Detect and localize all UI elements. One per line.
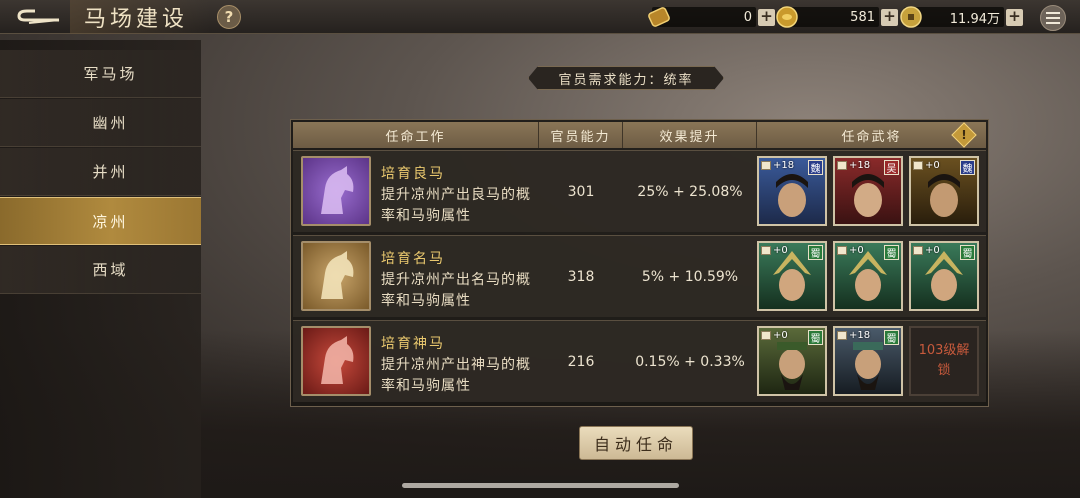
back-arrow-icon <box>17 9 60 24</box>
task-title: 培育神马 <box>381 336 445 352</box>
copper-coin-icon <box>900 6 922 28</box>
task-title: 培育良马 <box>381 166 445 182</box>
general-portrait[interactable]: +0 魏 <box>909 156 979 226</box>
home-indicator <box>402 483 679 488</box>
general-bonus: +0 <box>773 245 788 256</box>
general-bonus: +18 <box>773 160 795 171</box>
region-sidebar: 军马场 幽州 并州 凉州 西域 <box>0 40 201 498</box>
table-header: 任命工作 官员能力 效果提升 任命武将 ! <box>293 122 986 148</box>
task-description: 提升凉州产出名马的概率和马驹属性 <box>381 272 531 309</box>
horse-head-icon <box>321 251 354 299</box>
effect-value: 5% + 10.59% <box>641 269 739 285</box>
general-portrait[interactable]: +0 蜀 <box>909 241 979 311</box>
general-bonus: +0 <box>849 245 864 256</box>
add-gold-button[interactable]: + <box>881 8 898 26</box>
menu-button[interactable] <box>1040 5 1066 31</box>
sidebar-item-xiyu[interactable]: 西域 <box>0 246 201 294</box>
general-bonus: +18 <box>849 160 871 171</box>
table-row: 培育神马 提升凉州产出神马的概率和马驹属性 216 0.15% + 0.33% … <box>293 320 986 402</box>
back-button[interactable] <box>8 4 68 30</box>
horse-icon-famous <box>301 241 371 311</box>
effect-value: 25% + 25.08% <box>637 184 743 200</box>
effect-value: 0.15% + 0.33% <box>635 354 745 370</box>
general-bonus: +0 <box>773 330 788 341</box>
ability-value: 318 <box>567 269 595 285</box>
menu-list-icon <box>1046 12 1060 24</box>
requirement-banner: 官员需求能力：统率 <box>528 66 724 90</box>
kingdom-badge: 蜀 <box>808 330 823 345</box>
horse-icon-divine <box>301 326 371 396</box>
title-area: 马场建设 <box>70 0 210 34</box>
general-bonus: +0 <box>925 245 940 256</box>
horse-head-icon <box>321 336 354 384</box>
ability-value: 216 <box>567 354 595 370</box>
kingdom-badge: 蜀 <box>884 330 899 345</box>
sidebar-item-youzhou[interactable]: 幽州 <box>0 99 201 147</box>
kingdom-badge: 吴 <box>884 160 899 175</box>
general-bonus: +18 <box>849 330 871 341</box>
appointment-table: 任命工作 官员能力 效果提升 任命武将 ! 培育良马 提升凉州产出良马的概率和马… <box>290 119 989 407</box>
top-bar: 马场建设 ? 0 + 581 + 11.94万 + <box>0 0 1080 34</box>
general-portrait[interactable]: +0 蜀 <box>833 241 903 311</box>
header-ability: 官员能力 <box>539 122 623 148</box>
resource-copper: 11.94万 + <box>900 6 1023 28</box>
general-portrait[interactable]: +0 蜀 <box>757 326 827 396</box>
info-glyph: ! <box>961 128 967 142</box>
task-title: 培育名马 <box>381 251 445 267</box>
table-row: 培育良马 提升凉州产出良马的概率和马驹属性 301 25% + 25.08% +… <box>293 150 986 232</box>
kingdom-badge: 蜀 <box>960 245 975 260</box>
kingdom-badge: 蜀 <box>884 245 899 260</box>
kingdom-badge: 魏 <box>960 160 975 175</box>
general-portrait[interactable]: +18 魏 <box>757 156 827 226</box>
sidebar-item-junmachang[interactable]: 军马场 <box>0 50 201 98</box>
header-task: 任命工作 <box>293 122 539 148</box>
kingdom-badge: 魏 <box>808 160 823 175</box>
help-button[interactable]: ? <box>217 5 241 29</box>
horse-head-icon <box>321 166 354 214</box>
general-portrait[interactable]: +0 蜀 <box>757 241 827 311</box>
locked-slot: 103级解锁 <box>909 326 979 396</box>
general-portrait[interactable]: +18 蜀 <box>833 326 903 396</box>
kingdom-badge: 蜀 <box>808 245 823 260</box>
general-bonus: +0 <box>925 160 940 171</box>
scroll-icon <box>648 7 670 27</box>
resource-gold: 581 + <box>776 6 898 28</box>
ability-value: 301 <box>567 184 595 200</box>
task-description: 提升凉州产出良马的概率和马驹属性 <box>381 187 531 224</box>
add-scroll-button[interactable]: + <box>758 8 775 26</box>
page-title: 马场建设 <box>84 7 189 32</box>
general-portrait[interactable]: +18 吴 <box>833 156 903 226</box>
sidebar-item-bingzhou[interactable]: 并州 <box>0 148 201 196</box>
add-copper-button[interactable]: + <box>1006 8 1023 26</box>
sidebar-item-liangzhou[interactable]: 凉州 <box>0 197 201 245</box>
task-description: 提升凉州产出神马的概率和马驹属性 <box>381 357 531 394</box>
resource-scroll: 0 + <box>648 6 775 28</box>
horse-icon-good <box>301 156 371 226</box>
gold-ingot-icon <box>776 6 798 28</box>
header-effect: 效果提升 <box>623 122 757 148</box>
auto-appoint-button[interactable]: 自动任命 <box>579 426 693 460</box>
table-row: 培育名马 提升凉州产出名马的概率和马驹属性 318 5% + 10.59% +0… <box>293 235 986 317</box>
